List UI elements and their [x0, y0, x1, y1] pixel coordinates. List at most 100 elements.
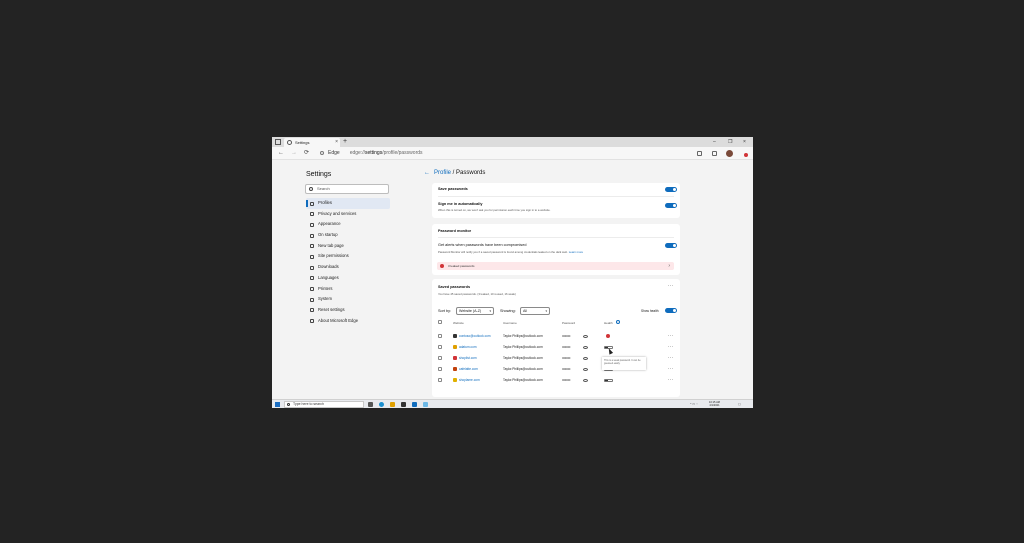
mail-icon[interactable]: [412, 402, 417, 407]
site-favicon-icon: [453, 345, 457, 349]
sidebar-item-privacy[interactable]: Privacy and services: [306, 209, 390, 220]
sidebar-item-reset-settings[interactable]: Reset settings: [306, 305, 390, 316]
taskbar-search-input[interactable]: Type here to search: [284, 401, 364, 408]
password-monitor-card: Password monitor Get alerts when passwor…: [432, 224, 680, 275]
edge-taskbar-icon[interactable]: [379, 402, 384, 407]
more-options-icon[interactable]: ···: [668, 283, 675, 289]
row-password: ••••••••••: [562, 345, 571, 349]
profile-avatar[interactable]: [726, 150, 733, 157]
edge-logo-icon: [320, 150, 324, 155]
sidebar-item-appearance[interactable]: Appearance: [306, 219, 390, 230]
taskbar-clock[interactable]: 10:15 AM 4/1/2021: [709, 401, 720, 408]
windows-start-icon[interactable]: [275, 402, 280, 407]
breadcrumb-back-icon[interactable]: ←: [424, 170, 430, 176]
select-all-checkbox[interactable]: [438, 320, 442, 324]
language-icon: [310, 276, 314, 281]
row-checkbox[interactable]: [438, 345, 442, 349]
maximize-button[interactable]: ❐: [728, 137, 732, 147]
read-aloud-icon[interactable]: [697, 151, 702, 156]
tab-settings[interactable]: Settings ×: [284, 138, 340, 147]
save-passwords-toggle[interactable]: [665, 187, 677, 192]
sidebar-toggle-icon[interactable]: [275, 139, 281, 145]
edge-icon: [310, 319, 314, 324]
row-more-icon[interactable]: ···: [668, 366, 675, 372]
task-view-icon[interactable]: [368, 402, 373, 407]
sidebar-item-label: New tab page: [318, 242, 344, 248]
forward-button[interactable]: →: [291, 149, 297, 157]
row-website[interactable]: contoso@outlook.com: [459, 334, 491, 338]
sign-in-automatically-toggle[interactable]: [665, 203, 677, 208]
saved-passwords-summary: You have 45 saved passwords. (3 leaked, …: [438, 292, 516, 296]
sidebar-item-profiles[interactable]: Profiles: [306, 198, 390, 209]
show-password-eye-icon[interactable]: [583, 357, 588, 360]
chevron-down-icon: ▾: [489, 309, 491, 313]
column-website[interactable]: Website: [453, 321, 464, 325]
store-icon[interactable]: [401, 402, 406, 407]
sidebar-item-downloads[interactable]: Downloads: [306, 262, 390, 273]
row-checkbox[interactable]: [438, 378, 442, 382]
row-website[interactable]: shoplame.com: [459, 378, 480, 382]
divider: [438, 237, 674, 238]
row-checkbox[interactable]: [438, 367, 442, 371]
sidebar-item-about[interactable]: About Microsoft Edge: [306, 316, 390, 327]
sidebar-item-new-tab-page[interactable]: New tab page: [306, 241, 390, 252]
row-more-icon[interactable]: ···: [668, 355, 675, 361]
showing-select[interactable]: All ▾: [520, 307, 550, 315]
tab-close-icon[interactable]: ×: [335, 138, 338, 147]
permissions-icon: [310, 254, 314, 259]
collections-icon[interactable]: [712, 151, 717, 156]
refresh-button[interactable]: ⟳: [304, 149, 309, 157]
sort-by-label: Sort by:: [438, 309, 452, 313]
sidebar-item-site-permissions[interactable]: Site permissions: [306, 251, 390, 262]
file-explorer-icon[interactable]: [390, 402, 395, 407]
clock-date: 4/1/2021: [709, 404, 720, 407]
phone-app-icon[interactable]: [423, 402, 428, 407]
health-leaked-icon: [606, 334, 610, 338]
system-tray-icon[interactable]: ^ ▭ ◔: [690, 402, 698, 406]
table-row[interactable]: contoso@outlook.com Taylor.Phillips@outl…: [432, 331, 680, 341]
row-checkbox[interactable]: [438, 334, 442, 338]
sidebar-item-on-startup[interactable]: On startup: [306, 230, 390, 241]
column-username[interactable]: Username: [503, 321, 517, 325]
minimize-button[interactable]: –: [713, 137, 716, 147]
sidebar-item-system[interactable]: System: [306, 294, 390, 305]
row-password: ••••••••••: [562, 356, 571, 360]
row-checkbox[interactable]: [438, 356, 442, 360]
new-tab-button[interactable]: +: [343, 137, 347, 147]
row-more-icon[interactable]: ···: [668, 344, 675, 350]
taskbar-search-placeholder: Type here to search: [293, 402, 324, 406]
sidebar-item-label: System: [318, 296, 332, 302]
show-password-eye-icon[interactable]: [583, 379, 588, 382]
sort-by-select[interactable]: Website (A-Z) ▾: [456, 307, 494, 315]
save-passwords-label: Save passwords: [438, 187, 468, 191]
row-website[interactable]: cafelatte.com: [459, 367, 478, 371]
back-button[interactable]: ←: [278, 149, 284, 157]
notifications-icon[interactable]: ▢: [738, 402, 741, 406]
column-health[interactable]: Health: [604, 321, 613, 325]
table-row[interactable]: adatum.com Taylor.Phillips@outlook.com •…: [432, 342, 680, 352]
show-password-eye-icon[interactable]: [583, 335, 588, 338]
address-bar[interactable]: Edge edge://settings/profile/passwords: [320, 149, 690, 158]
show-password-eye-icon[interactable]: [583, 368, 588, 371]
row-password: ••••••••••: [562, 367, 571, 371]
navigation-bar: ← → ⟳ Edge edge://settings/profile/passwo…: [272, 147, 753, 160]
site-favicon-icon: [453, 367, 457, 371]
alerts-toggle[interactable]: [665, 243, 677, 248]
sidebar-item-languages[interactable]: Languages: [306, 273, 390, 284]
table-row[interactable]: shoplame.com Taylor.Phillips@outlook.com…: [432, 375, 680, 385]
row-website[interactable]: shoplist.com: [459, 356, 477, 360]
leaked-passwords-banner[interactable]: 3 leaked passwords ›: [437, 262, 674, 270]
close-window-button[interactable]: ×: [743, 137, 746, 147]
show-password-eye-icon[interactable]: [583, 346, 588, 349]
sidebar-item-printers[interactable]: Printers: [306, 284, 390, 295]
info-icon[interactable]: [616, 320, 620, 324]
breadcrumb-profile-link[interactable]: Profile: [434, 170, 451, 176]
row-more-icon[interactable]: ···: [668, 333, 675, 339]
settings-search-input[interactable]: Search: [305, 184, 389, 194]
show-health-toggle[interactable]: [665, 308, 677, 313]
row-website[interactable]: adatum.com: [459, 345, 477, 349]
row-more-icon[interactable]: ···: [668, 377, 675, 383]
learn-more-link[interactable]: Learn more: [569, 250, 583, 254]
settings-gear-icon: [287, 140, 292, 145]
password-monitor-title: Password monitor: [438, 229, 472, 233]
